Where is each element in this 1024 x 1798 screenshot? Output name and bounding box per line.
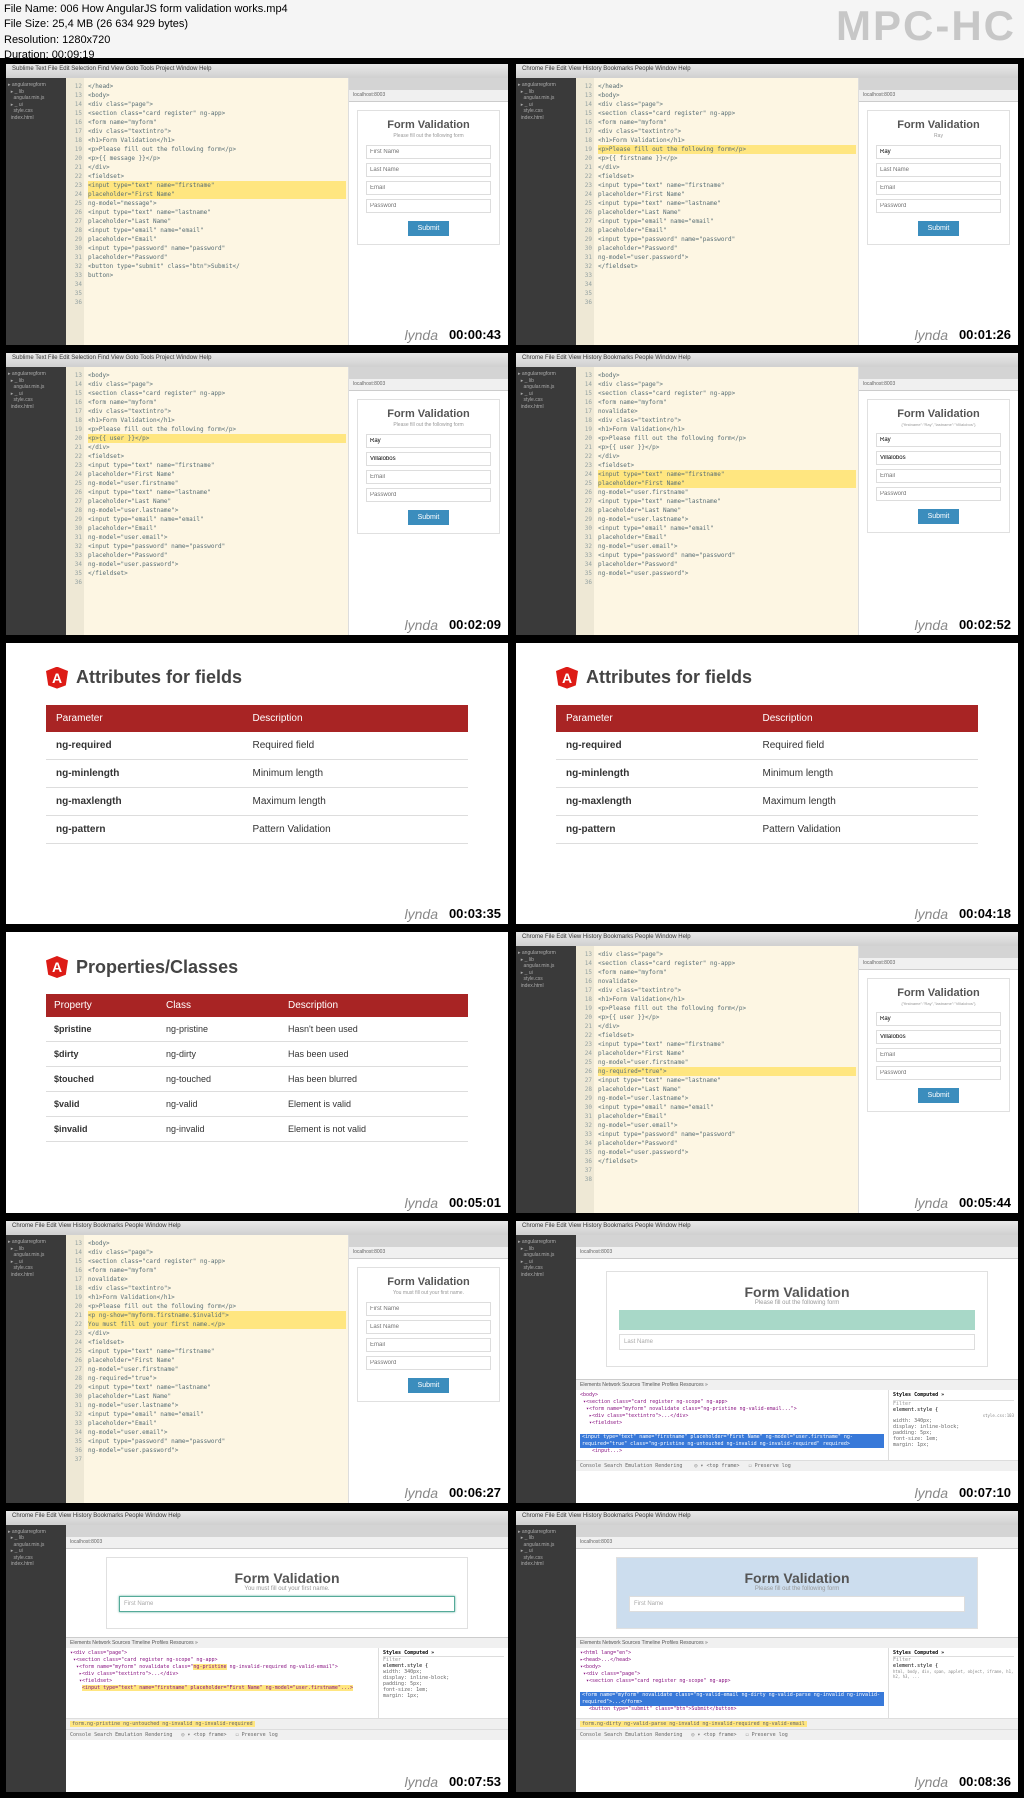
thumbnail-grid: Sublime Text File Edit Selection Find Vi…	[6, 64, 1018, 1792]
slide-title: Attributes for fields	[76, 667, 242, 688]
menubar: Sublime Text File Edit Selection Find Vi…	[6, 64, 508, 78]
player-watermark: MPC-HC	[836, 2, 1016, 50]
form-title: Form Validation	[366, 119, 491, 131]
thumb-12: Chrome File Edit View History Bookmarks …	[516, 1511, 1018, 1792]
thumb-8: Chrome File Edit View History Bookmarks …	[516, 932, 1018, 1213]
file-size: File Size: 25,4 MB (26 634 929 bytes)	[4, 17, 288, 32]
thumb-10: Chrome File Edit View History Bookmarks …	[516, 1221, 1018, 1502]
form-classes: form.ng-dirty ng-valid-parse ng-invalid …	[580, 1721, 807, 1727]
attributes-table: ParameterDescription ng-requiredRequired…	[46, 705, 468, 844]
email-input[interactable]	[366, 181, 491, 195]
first-name-input[interactable]	[366, 145, 491, 159]
angular-icon	[556, 667, 578, 689]
thumb-6: Attributes for fields ParameterDescripti…	[516, 643, 1018, 924]
angular-icon	[46, 667, 68, 689]
submit-button[interactable]: Submit	[408, 221, 450, 236]
thumb-3: Sublime Text File Edit Selection Find Vi…	[6, 353, 508, 634]
properties-table: PropertyClassDescription $pristineng-pri…	[46, 994, 468, 1142]
angular-icon	[46, 956, 68, 978]
browser-preview: localhost:8003 Form Validation Please fi…	[348, 78, 508, 345]
inspector-highlight	[619, 1310, 975, 1330]
thumb-7: Properties/Classes PropertyClassDescript…	[6, 932, 508, 1213]
thumb-2: Chrome File Edit View History Bookmarks …	[516, 64, 1018, 345]
form-classes: form.ng-pristine ng-untouched ng-invalid…	[70, 1721, 255, 1727]
file-name: File Name: 006 How AngularJS form valida…	[4, 2, 288, 17]
thumb-9: Chrome File Edit View History Bookmarks …	[6, 1221, 508, 1502]
timestamp: 00:00:43	[446, 326, 504, 343]
file-tree: ▸ angularregform ▸ _ lib angular.min.js …	[6, 78, 66, 345]
password-input[interactable]	[366, 199, 491, 213]
file-resolution: Resolution: 1280x720	[4, 33, 288, 48]
thumb-1: Sublime Text File Edit Selection Find Vi…	[6, 64, 508, 345]
thumb-4: Chrome File Edit View History Bookmarks …	[516, 353, 1018, 634]
devtools-panel[interactable]: Elements Network Sources Timeline Profil…	[576, 1379, 1018, 1471]
thumb-11: Chrome File Edit View History Bookmarks …	[6, 1511, 508, 1792]
thumb-5: Attributes for fields ParameterDescripti…	[6, 643, 508, 924]
file-duration: Duration: 00:09:19	[4, 48, 288, 63]
code-editor: 1213141516171819202122232425262728293031…	[66, 78, 348, 345]
devtools-tabs[interactable]: Elements Network Sources Timeline Profil…	[576, 1380, 1018, 1390]
file-info-header: File Name: 006 How AngularJS form valida…	[4, 2, 288, 64]
last-name-input[interactable]	[366, 163, 491, 177]
slide-title: Properties/Classes	[76, 957, 238, 978]
